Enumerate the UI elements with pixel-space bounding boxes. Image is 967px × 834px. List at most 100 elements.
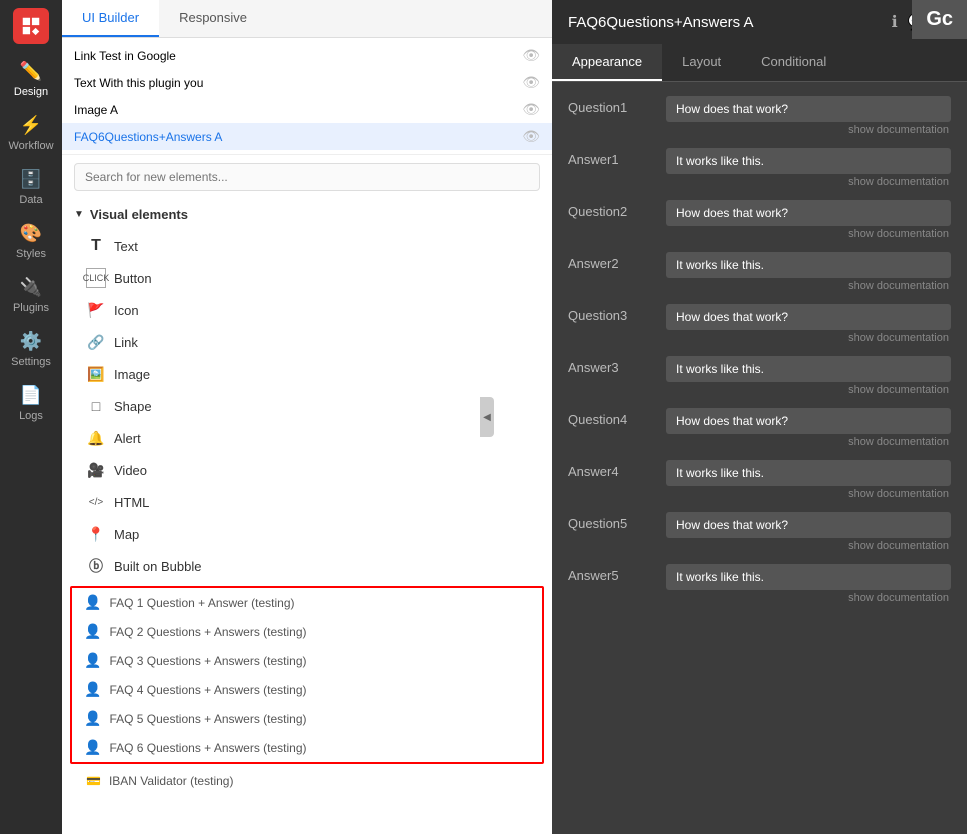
element-text[interactable]: T Text bbox=[62, 230, 552, 262]
sidebar-item-settings[interactable]: ⚙️ Settings bbox=[0, 322, 62, 376]
info-button[interactable]: ℹ bbox=[892, 12, 898, 32]
tab-ui-builder[interactable]: UI Builder bbox=[62, 0, 159, 37]
sidebar-item-styles[interactable]: 🎨 Styles bbox=[0, 214, 62, 268]
video-icon: 🎥 bbox=[86, 460, 106, 480]
property-row-8: Question5 How does that work? show documen… bbox=[552, 506, 967, 558]
element-icon[interactable]: 🚩 Icon bbox=[62, 294, 552, 326]
panel-content: Question1How does that work?show documen… bbox=[552, 82, 967, 834]
sidebar-item-workflow[interactable]: ⚡ Workflow bbox=[0, 106, 62, 160]
property-value-group-7: It works like this. show documentation bbox=[666, 460, 951, 500]
faq-item-1[interactable]: 👤 FAQ 1 Question + Answer (testing) bbox=[72, 588, 542, 617]
property-value-group-9: It works like this. show documentation bbox=[666, 564, 951, 604]
right-panel: FAQ6Questions+Answers A ℹ 💬 ✕ Appearance… bbox=[552, 0, 967, 834]
property-doc-link-4[interactable]: show documentation bbox=[666, 332, 951, 344]
property-label-2: Question2 bbox=[568, 200, 658, 219]
map-icon: 📍 bbox=[86, 524, 106, 544]
tab-responsive[interactable]: Responsive bbox=[159, 0, 267, 37]
property-row-7: Answer4It works like this.show documenta… bbox=[552, 454, 967, 506]
data-icon: 🗄️ bbox=[20, 168, 42, 190]
app-logo[interactable] bbox=[13, 8, 49, 44]
property-label-8: Question5 bbox=[568, 512, 658, 531]
faq-person-icon-1: 👤 bbox=[84, 594, 101, 611]
faq-section: 👤 FAQ 1 Question + Answer (testing) 👤 FA… bbox=[70, 586, 544, 764]
panel-tab-appearance[interactable]: Appearance bbox=[552, 44, 662, 81]
element-button[interactable]: CLICK Button bbox=[62, 262, 552, 294]
visual-elements-header[interactable]: ▼ Visual elements bbox=[62, 199, 552, 230]
property-row-2: Question2 How does that work? show documen… bbox=[552, 194, 967, 246]
property-label-3: Answer2 bbox=[568, 252, 658, 271]
property-doc-link-5[interactable]: show documentation bbox=[666, 384, 951, 396]
property-row-1: Answer1 It works like this. show documenta… bbox=[552, 142, 967, 194]
element-alert[interactable]: 🔔 Alert bbox=[62, 422, 552, 454]
property-doc-link-2[interactable]: show documentation bbox=[666, 228, 951, 240]
recent-item-2[interactable]: Text With this plugin you 👁 bbox=[62, 69, 552, 96]
collapse-arrow: ▼ bbox=[74, 209, 84, 220]
visibility-icon-1[interactable]: 👁 bbox=[522, 47, 540, 64]
property-value-1[interactable]: It works like this. bbox=[666, 148, 951, 174]
property-value-group-4: How does that work? show documentation bbox=[666, 304, 951, 344]
visibility-icon-3[interactable]: 👁 bbox=[522, 101, 540, 118]
sidebar-item-data[interactable]: 🗄️ Data bbox=[0, 160, 62, 214]
property-value-7[interactable]: It works like this. bbox=[666, 460, 951, 486]
gc-badge: Gc bbox=[912, 0, 967, 39]
element-image[interactable]: 🖼️ Image bbox=[62, 358, 552, 390]
element-map[interactable]: 📍 Map bbox=[62, 518, 552, 550]
property-value-4[interactable]: How does that work? bbox=[666, 304, 951, 330]
iban-item[interactable]: 💳 IBAN Validator (testing) bbox=[62, 768, 552, 794]
property-value-group-6: How does that work? show documentation bbox=[666, 408, 951, 448]
property-value-5[interactable]: It works like this. bbox=[666, 356, 951, 382]
property-doc-link-7[interactable]: show documentation bbox=[666, 488, 951, 500]
property-value-6[interactable]: How does that work? bbox=[666, 408, 951, 434]
bubble-icon: ⓑ bbox=[86, 556, 106, 576]
icon-icon: 🚩 bbox=[86, 300, 106, 320]
element-link[interactable]: 🔗 Link bbox=[62, 326, 552, 358]
sidebar-item-plugins[interactable]: 🔌 Plugins bbox=[0, 268, 62, 322]
faq-item-3[interactable]: 👤 FAQ 3 Questions + Answers (testing) bbox=[72, 646, 542, 675]
property-row-3: Answer2 It works like this. show documenta… bbox=[552, 246, 967, 298]
property-value-2[interactable]: How does that work? bbox=[666, 200, 951, 226]
recent-item-1[interactable]: Link Test in Google 👁 bbox=[62, 42, 552, 69]
faq-item-6[interactable]: 👤 FAQ 6 Questions + Answers (testing) bbox=[72, 733, 542, 762]
visibility-icon-4[interactable]: 👁 bbox=[522, 128, 540, 145]
property-value-8[interactable]: How does that work? bbox=[666, 512, 951, 538]
faq-item-2[interactable]: 👤 FAQ 2 Questions + Answers (testing) bbox=[72, 617, 542, 646]
property-doc-link-3[interactable]: show documentation bbox=[666, 280, 951, 292]
sidebar-item-design[interactable]: ✏️ Design bbox=[0, 52, 62, 106]
property-doc-link-6[interactable]: show documentation bbox=[666, 436, 951, 448]
text-icon: T bbox=[86, 236, 106, 256]
panel-tab-conditional[interactable]: Conditional bbox=[741, 44, 846, 81]
property-value-group-0: How does that work? show documentation bbox=[666, 96, 951, 136]
sidebar-item-logs[interactable]: 📄 Logs bbox=[0, 376, 62, 430]
alert-icon: 🔔 bbox=[86, 428, 106, 448]
recent-item-4[interactable]: FAQ6Questions+Answers A 👁 bbox=[62, 123, 552, 150]
element-video[interactable]: 🎥 Video bbox=[62, 454, 552, 486]
panel-collapse-handle[interactable]: ◀ bbox=[480, 397, 494, 437]
property-doc-link-1[interactable]: show documentation bbox=[666, 176, 951, 188]
element-built-on-bubble[interactable]: ⓑ Built on Bubble bbox=[62, 550, 552, 582]
property-value-9[interactable]: It works like this. bbox=[666, 564, 951, 590]
sidebar: ✏️ Design ⚡ Workflow 🗄️ Data 🎨 Styles 🔌 … bbox=[0, 0, 62, 834]
property-value-0[interactable]: How does that work? bbox=[666, 96, 951, 122]
property-row-4: Question3 How does that work? show documen… bbox=[552, 298, 967, 350]
property-value-3[interactable]: It works like this. bbox=[666, 252, 951, 278]
recent-items: Link Test in Google 👁 Text With this plu… bbox=[62, 38, 552, 155]
property-doc-link-0[interactable]: show documentation bbox=[666, 124, 951, 136]
recent-item-3[interactable]: Image A 👁 bbox=[62, 96, 552, 123]
styles-icon: 🎨 bbox=[20, 222, 42, 244]
element-list: Link Test in Google 👁 Text With this plu… bbox=[62, 38, 552, 834]
element-html[interactable]: </> HTML bbox=[62, 486, 552, 518]
visibility-icon-2[interactable]: 👁 bbox=[522, 74, 540, 91]
property-label-1: Answer1 bbox=[568, 148, 658, 167]
faq-person-icon-6: 👤 bbox=[84, 739, 101, 756]
element-shape[interactable]: □ Shape bbox=[62, 390, 552, 422]
property-label-4: Question3 bbox=[568, 304, 658, 323]
property-doc-link-8[interactable]: show documentation bbox=[666, 540, 951, 552]
logs-icon: 📄 bbox=[20, 384, 42, 406]
image-icon: 🖼️ bbox=[86, 364, 106, 384]
faq-item-4[interactable]: 👤 FAQ 4 Questions + Answers (testing) bbox=[72, 675, 542, 704]
search-input[interactable] bbox=[74, 163, 540, 191]
faq-item-5[interactable]: 👤 FAQ 5 Questions + Answers (testing) bbox=[72, 704, 542, 733]
property-doc-link-9[interactable]: show documentation bbox=[666, 592, 951, 604]
property-value-group-8: How does that work? show documentation bbox=[666, 512, 951, 552]
panel-tab-layout[interactable]: Layout bbox=[662, 44, 741, 81]
